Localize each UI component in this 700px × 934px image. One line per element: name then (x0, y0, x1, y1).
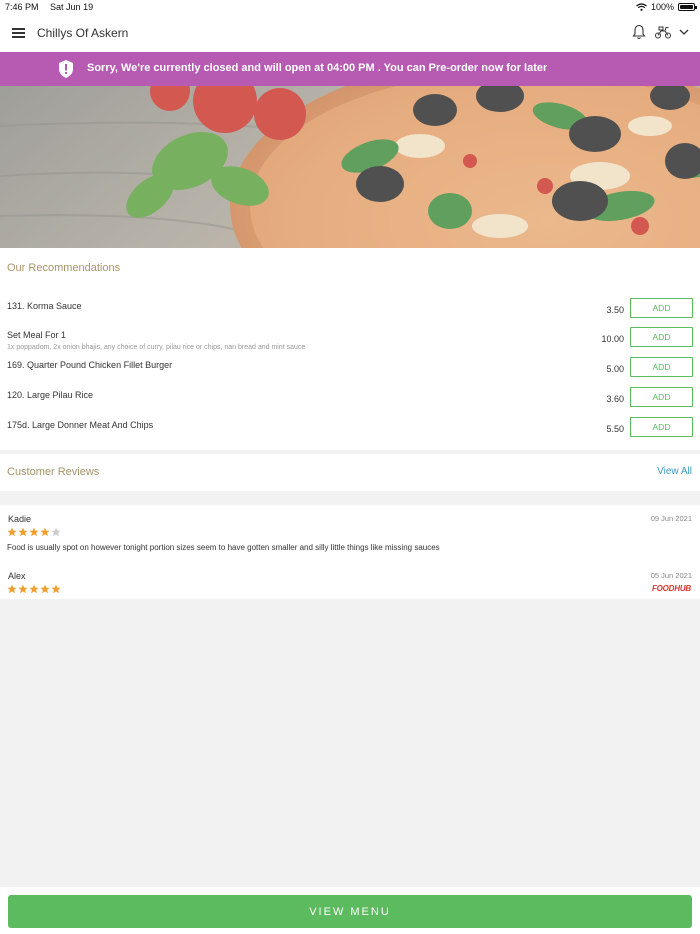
view-all-link[interactable]: View All (657, 466, 692, 477)
closed-banner: Sorry, We're currently closed and will o… (0, 52, 700, 86)
star-icon (51, 584, 61, 594)
item-price: 5.50 (606, 424, 624, 434)
app-header: Chillys Of Askern (0, 14, 700, 52)
star-icon (7, 527, 17, 537)
star-icon (40, 584, 50, 594)
list-item: 120. Large Pilau Rice 3.60 ADD (0, 387, 700, 417)
bell-icon[interactable] (632, 24, 646, 40)
menu-icon[interactable] (12, 28, 25, 38)
footer: VIEW MENU (0, 887, 700, 934)
item-name: 131. Korma Sauce (7, 301, 82, 311)
list-item: Set Meal For 1 1x poppadom, 2x onion bha… (0, 327, 700, 357)
add-button[interactable]: ADD (630, 298, 693, 318)
item-price: 3.60 (606, 394, 624, 404)
item-description: 1x poppadom, 2x onion bhajis, any choice… (7, 344, 306, 351)
foodhub-logo: FOODHUB (651, 584, 691, 593)
shield-icon (59, 60, 73, 78)
list-item: 169. Quarter Pound Chicken Fillet Burger… (0, 357, 700, 387)
star-icon (18, 584, 28, 594)
status-time: 7:46 PM (5, 2, 39, 12)
recommendations-section: Our Recommendations 131. Korma Sauce 3.5… (0, 248, 700, 450)
status-date: Sat Jun 19 (50, 2, 94, 12)
add-button[interactable]: ADD (630, 357, 693, 377)
status-bar: 7:46 PM Sat Jun 19 100% (0, 0, 700, 14)
battery-icon (678, 3, 697, 11)
shop-title: Chillys Of Askern (37, 26, 129, 40)
reviews-title: Customer Reviews (7, 466, 100, 478)
reviewer-name: Kadie (8, 514, 32, 524)
recommendations-title: Our Recommendations (7, 262, 121, 274)
review-date: 05 Jun 2021 (650, 571, 692, 580)
view-menu-button[interactable]: VIEW MENU (8, 895, 692, 928)
item-name: 169. Quarter Pound Chicken Fillet Burger (7, 360, 173, 370)
item-name: 120. Large Pilau Rice (7, 390, 94, 400)
wifi-icon (636, 3, 647, 11)
battery-percent: 100% (650, 2, 674, 12)
star-icon (40, 527, 50, 537)
star-icon (7, 584, 17, 594)
star-rating (7, 584, 61, 594)
chevron-down-icon[interactable] (679, 28, 689, 36)
scooter-icon[interactable] (654, 25, 672, 39)
reviews-list: Kadie 09 Jun 2021 Food is usually spot o… (0, 505, 700, 599)
star-icon (29, 584, 39, 594)
star-rating (7, 527, 61, 537)
list-item: 131. Korma Sauce 3.50 ADD (0, 298, 700, 328)
item-price: 3.50 (606, 305, 624, 315)
add-button[interactable]: ADD (630, 387, 693, 407)
add-button[interactable]: ADD (630, 417, 693, 437)
item-name: Set Meal For 1 (7, 330, 67, 340)
reviewer-name: Alex (8, 571, 26, 581)
banner-text: Sorry, We're currently closed and will o… (87, 62, 548, 74)
review-date: 09 Jun 2021 (650, 514, 692, 523)
item-price: 10.00 (601, 334, 624, 344)
star-icon (51, 527, 61, 537)
item-name: 175d. Large Donner Meat And Chips (7, 420, 154, 430)
hero-image (0, 86, 700, 248)
item-price: 5.00 (606, 364, 624, 374)
add-button[interactable]: ADD (630, 327, 693, 347)
star-icon (18, 527, 28, 537)
reviews-header: Customer Reviews View All (0, 454, 700, 491)
list-item: 175d. Large Donner Meat And Chips 5.50 A… (0, 417, 700, 447)
star-icon (29, 527, 39, 537)
review-text: Food is usually spot on however tonight … (7, 543, 440, 552)
